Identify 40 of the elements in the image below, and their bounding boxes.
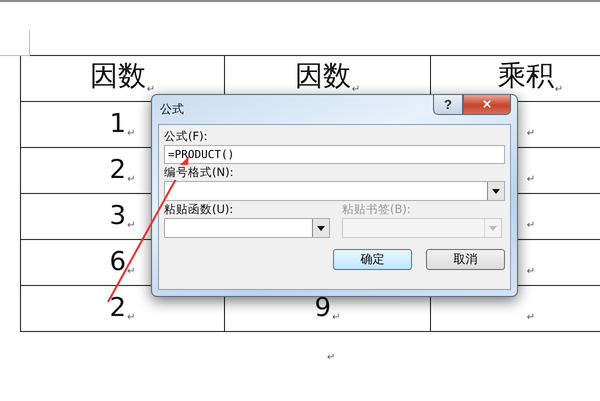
- cell-text: 因数: [90, 58, 146, 94]
- dropdown[interactable]: [164, 218, 330, 238]
- paragraph-mark: ↵: [127, 174, 136, 185]
- paragraph-mark: ↵: [526, 220, 536, 231]
- cell-text: 9: [314, 293, 332, 323]
- paragraph-mark: ↵: [327, 352, 336, 363]
- close-button[interactable]: ×: [463, 95, 511, 115]
- field-label: 粘贴函数(U):: [164, 202, 234, 217]
- paragraph-mark: ↵: [526, 266, 536, 277]
- dropdown[interactable]: [164, 181, 505, 201]
- field-label: 公式(F):: [164, 129, 208, 144]
- cell-text: 6: [110, 247, 126, 277]
- paragraph-mark: ↵: [127, 312, 136, 323]
- paragraph-mark: ↵: [526, 312, 536, 323]
- paragraph-mark: ↵: [127, 266, 136, 277]
- paragraph-mark: ↵: [526, 174, 536, 185]
- cell-text: 2: [110, 155, 126, 185]
- cancel-button[interactable]: 取消: [426, 249, 505, 270]
- caret-icon: [317, 226, 325, 230]
- cell-text: 因数: [294, 58, 351, 94]
- cell-text: 乘积: [498, 58, 554, 94]
- cell-text: 2: [110, 293, 126, 323]
- field-label: 编号格式(N):: [164, 165, 234, 180]
- paragraph-mark: ↵: [352, 84, 360, 95]
- paragraph-mark: ↵: [526, 128, 536, 139]
- cell-text: 3: [110, 201, 126, 231]
- formula-field[interactable]: =PRODUCT(): [164, 145, 505, 164]
- caret-icon: [489, 226, 497, 230]
- field-label: 粘贴书签(B):: [342, 202, 411, 217]
- caret-icon: [492, 188, 500, 194]
- paragraph-mark: ↵: [127, 220, 136, 231]
- ok-button[interactable]: 确定: [333, 249, 412, 270]
- paragraph-mark: ↵: [127, 128, 136, 139]
- cell-text: 1: [110, 109, 126, 139]
- paragraph-mark: ↵: [332, 312, 340, 323]
- help-button[interactable]: ?: [433, 95, 463, 115]
- margin-corner-mark: [0, 30, 30, 56]
- paragraph-mark: ↵: [554, 84, 564, 95]
- dialog-title: 公式: [159, 101, 184, 118]
- paragraph-mark: ↵: [146, 84, 156, 95]
